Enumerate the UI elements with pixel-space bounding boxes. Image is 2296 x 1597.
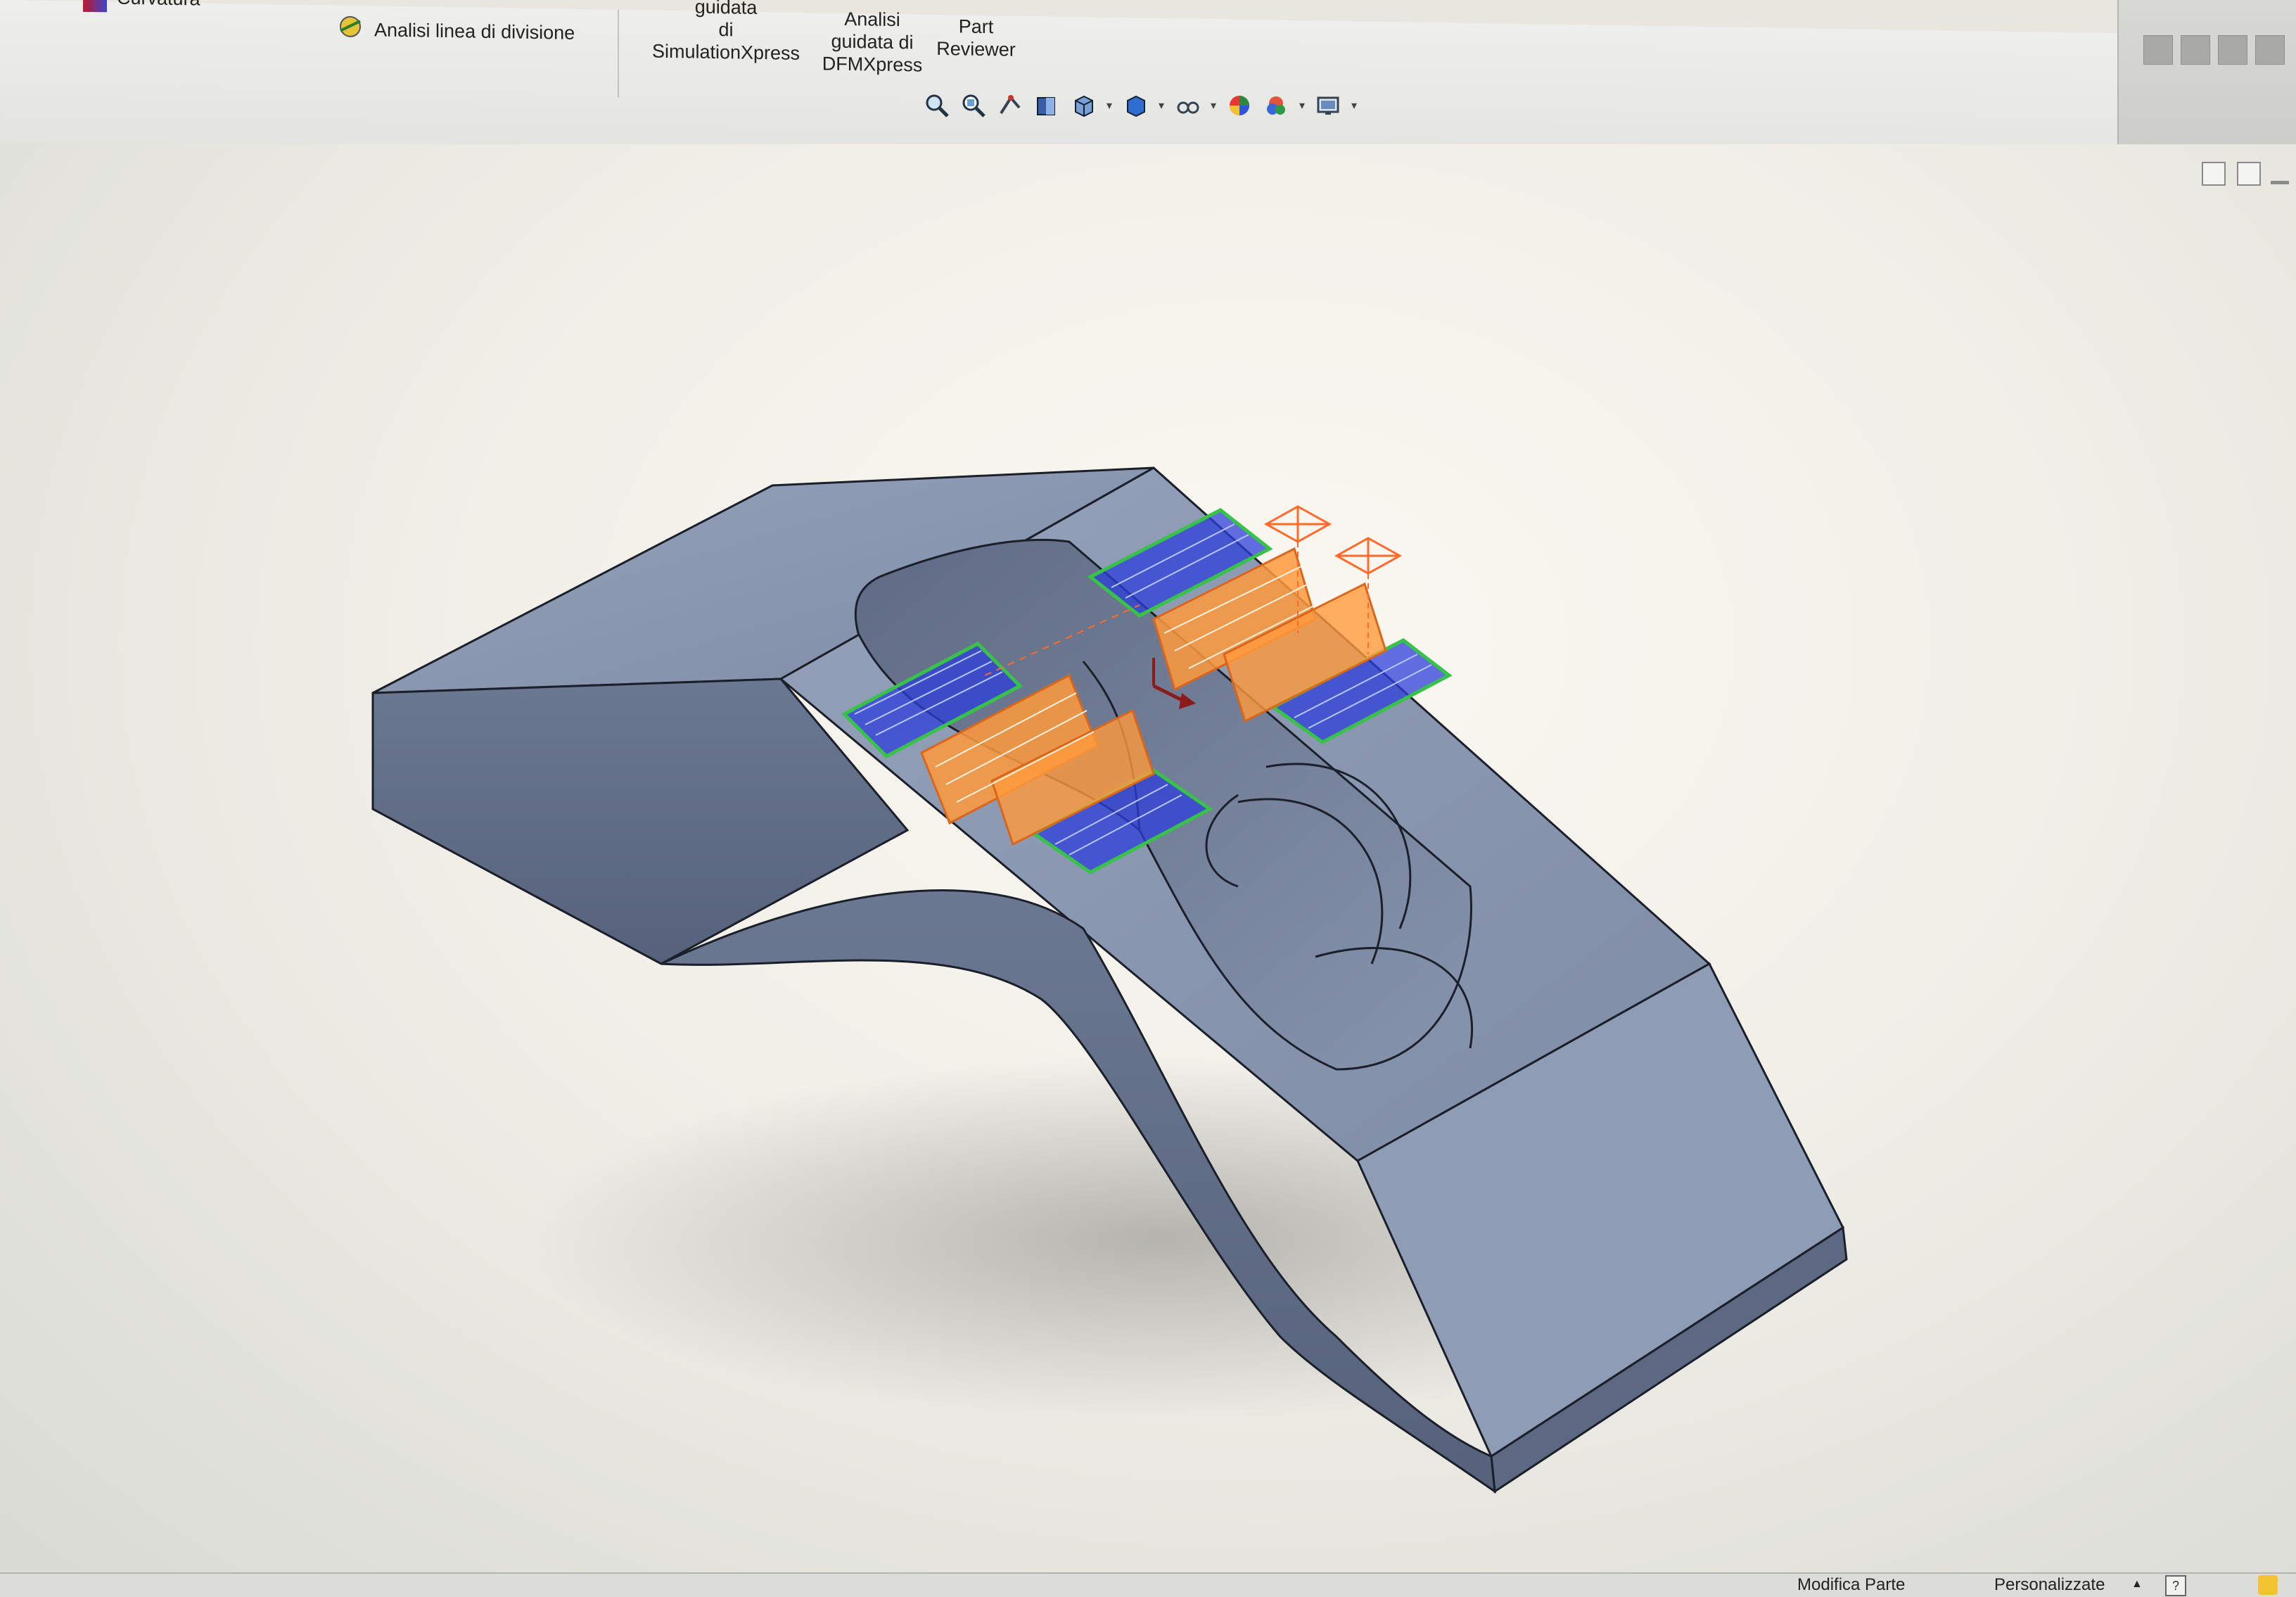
part-reviewer-button[interactable]: Part Reviewer <box>929 15 1023 61</box>
status-mode: Modifica Parte <box>1797 1575 1906 1594</box>
view-orientation-icon[interactable] <box>1068 90 1099 121</box>
split-line-analysis-icon <box>336 13 364 46</box>
apply-scene-caret[interactable]: ▾ <box>1297 90 1307 121</box>
section-view-icon[interactable] <box>1031 90 1062 121</box>
display-style-caret[interactable]: ▾ <box>1156 90 1166 121</box>
edit-appearance-icon[interactable] <box>1224 90 1255 121</box>
view-settings-icon[interactable] <box>1313 90 1344 121</box>
graphics-area[interactable] <box>0 144 2296 1572</box>
simulationxpress-button[interactable]: guidata di SimulationXpress <box>649 0 803 65</box>
task-pane-tab-1-icon[interactable] <box>2143 35 2173 65</box>
heads-up-view-toolbar: ▾ ▾ ▾ ▾ ▾ <box>921 83 1359 128</box>
zoom-to-area-icon[interactable] <box>958 90 989 121</box>
view-orientation-caret[interactable]: ▾ <box>1104 90 1114 121</box>
task-pane-tab-2-icon[interactable] <box>2181 35 2210 65</box>
hide-show-items-icon[interactable] <box>1172 90 1203 121</box>
rebuild-status-icon <box>2258 1575 2278 1595</box>
apply-scene-icon[interactable] <box>1261 90 1292 121</box>
task-pane-header <box>2117 0 2296 144</box>
zoom-to-fit-icon[interactable] <box>921 90 952 121</box>
display-style-icon[interactable] <box>1120 90 1151 121</box>
help-icon[interactable]: ? <box>2165 1575 2186 1596</box>
previous-view-icon[interactable] <box>995 90 1026 121</box>
curvatura-button[interactable]: Curvatura <box>83 0 200 18</box>
task-pane-tab-3-icon[interactable] <box>2218 35 2247 65</box>
hide-show-items-caret[interactable]: ▾ <box>1208 90 1218 121</box>
units-caret[interactable]: ▲ <box>2131 1578 2143 1591</box>
view-settings-caret[interactable]: ▾ <box>1349 90 1359 121</box>
status-bar: Modifica Parte Personalizzate ▲ ? <box>0 1572 2296 1597</box>
task-pane-tab-4-icon[interactable] <box>2255 35 2285 65</box>
dfmxpress-button[interactable]: Analisi guidata di DFMXpress <box>816 7 929 77</box>
units-selector[interactable]: Personalizzate <box>1994 1575 2105 1595</box>
ribbon-separator <box>618 9 619 98</box>
curvature-icon <box>83 0 107 13</box>
split-line-analysis-button[interactable]: Analisi linea di divisione <box>336 13 575 49</box>
part-model[interactable] <box>0 144 2296 1572</box>
